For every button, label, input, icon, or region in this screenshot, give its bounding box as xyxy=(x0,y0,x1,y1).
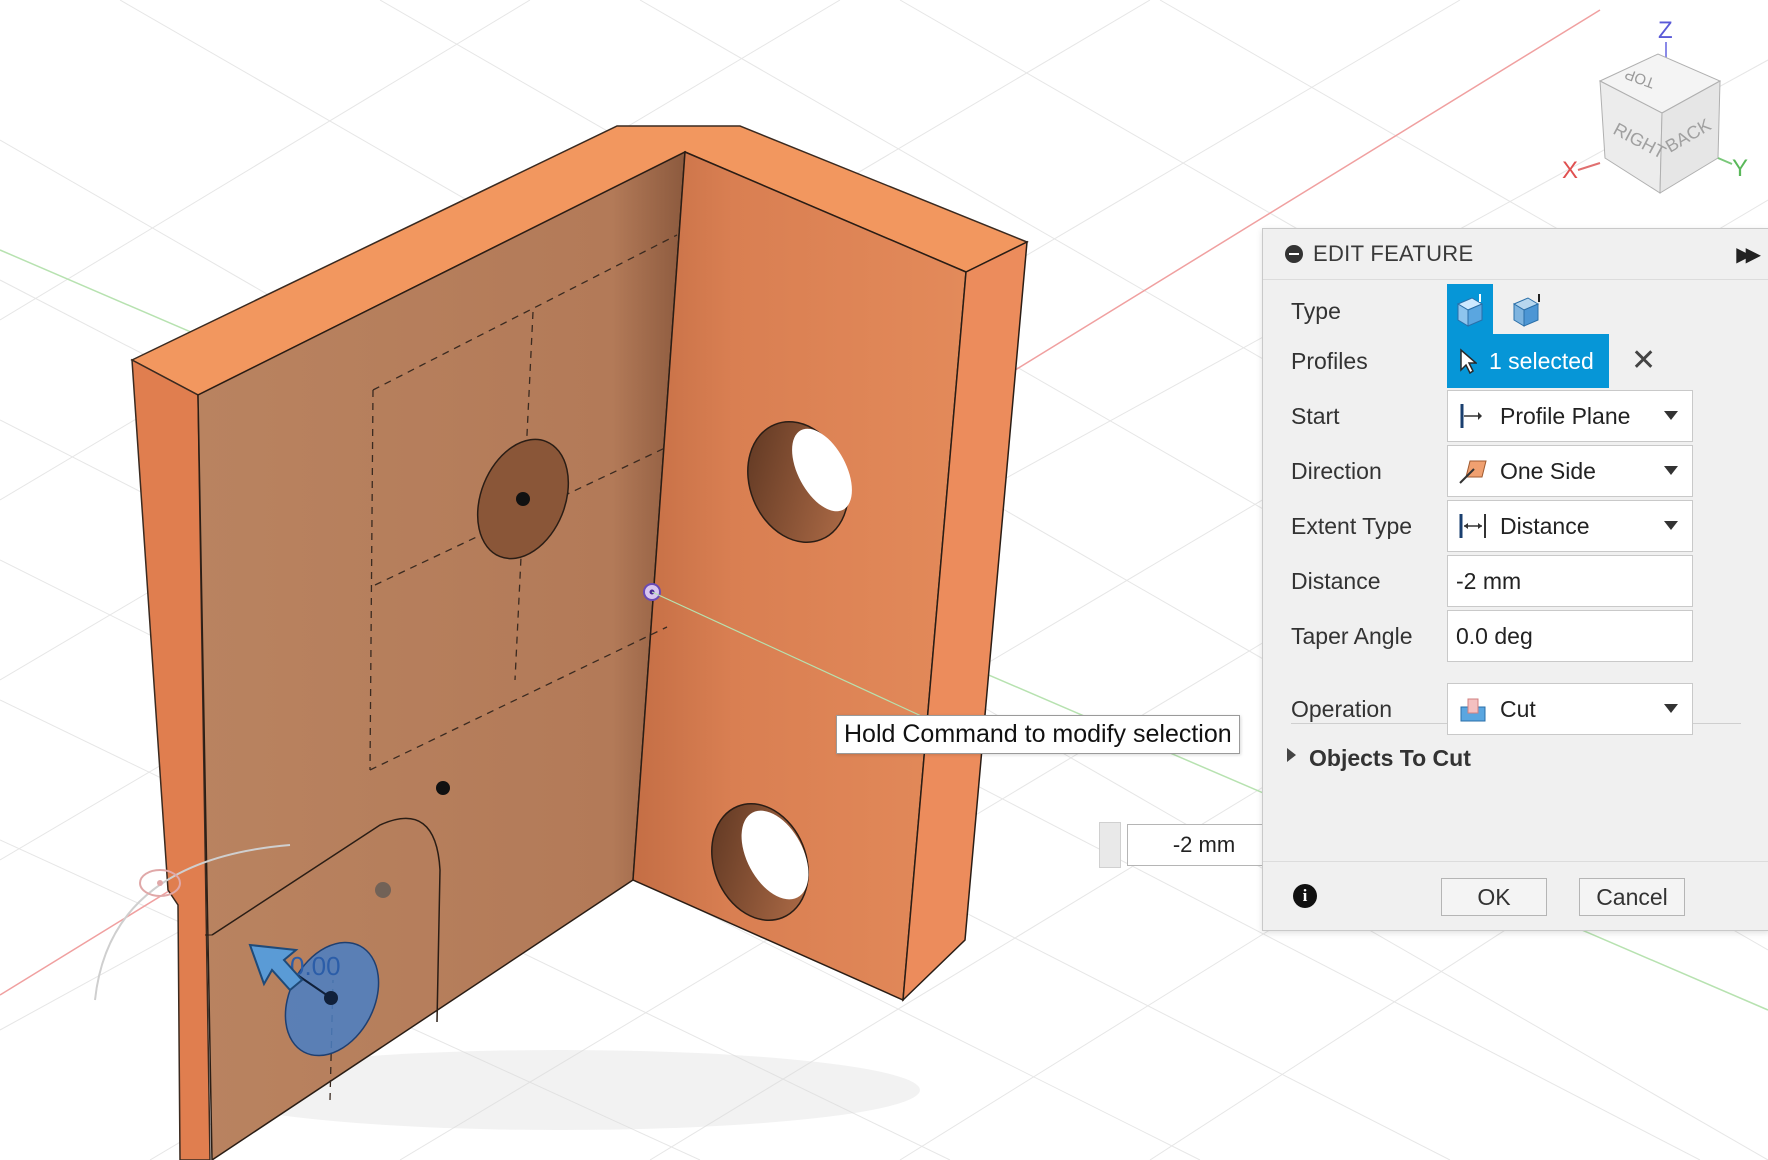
info-icon[interactable]: i xyxy=(1293,884,1317,908)
selection-tooltip: Hold Command to modify selection xyxy=(836,715,1240,754)
axis-z-label: Z xyxy=(1658,18,1673,44)
sketch-point-faded xyxy=(375,882,391,898)
direction-label: Direction xyxy=(1291,457,1382,484)
profiles-label: Profiles xyxy=(1291,347,1368,374)
view-cube[interactable]: Z TOP RIGHT BACK X Y xyxy=(1560,18,1768,198)
axis-y-label: Y xyxy=(1732,155,1748,182)
clear-selection-icon[interactable]: ✕ xyxy=(1631,343,1656,378)
extent-type-label: Extent Type xyxy=(1291,512,1413,539)
chevron-down-icon xyxy=(1664,466,1678,475)
row-taper-angle: Taper Angle xyxy=(1263,608,1768,664)
cancel-button[interactable]: Cancel xyxy=(1579,878,1685,916)
panel-footer: i OK Cancel xyxy=(1263,861,1768,930)
sketch-center-point[interactable] xyxy=(516,492,530,506)
profile-plane-icon xyxy=(1460,404,1482,428)
chevron-down-icon xyxy=(1664,704,1678,713)
taper-angle-input[interactable] xyxy=(1447,610,1693,662)
direction-value: One Side xyxy=(1500,457,1596,484)
distance-icon xyxy=(1459,514,1486,538)
objects-to-cut-section[interactable]: Objects To Cut xyxy=(1263,736,1768,780)
direction-dropdown[interactable]: One Side xyxy=(1447,445,1693,497)
sketch-point[interactable] xyxy=(436,781,450,795)
start-label: Start xyxy=(1291,402,1340,429)
manipulator-distance-input[interactable] xyxy=(1127,824,1281,866)
one-side-icon xyxy=(1459,460,1487,484)
objects-to-cut-label: Objects To Cut xyxy=(1309,744,1471,771)
row-distance: Distance xyxy=(1263,553,1768,609)
start-dropdown[interactable]: Profile Plane xyxy=(1447,390,1693,442)
extent-type-value: Distance xyxy=(1500,512,1590,539)
drag-grip[interactable] xyxy=(1099,822,1121,868)
chevron-right-icon xyxy=(1287,748,1296,762)
row-profiles-main: Profiles 1 selected ✕ xyxy=(1263,333,1768,389)
panel-title: EDIT FEATURE xyxy=(1313,241,1474,266)
bracket-left-edge xyxy=(131,358,211,1160)
collapse-icon[interactable] xyxy=(1285,245,1303,263)
edit-feature-panel: EDIT FEATURE ▶▶ Type Profiles 1 selected… xyxy=(1262,228,1768,931)
distance-input[interactable] xyxy=(1447,555,1693,607)
operation-dropdown[interactable]: Cut xyxy=(1447,683,1693,735)
taper-angle-label: Taper Angle xyxy=(1291,622,1413,649)
operation-value: Cut xyxy=(1500,695,1536,722)
ok-button[interactable]: OK xyxy=(1441,878,1547,916)
cut-icon xyxy=(1460,698,1486,722)
row-operation: Operation Cut xyxy=(1263,681,1768,737)
expand-panel-icon[interactable]: ▶▶ xyxy=(1736,242,1761,267)
row-extent-type: Extent Type Distance xyxy=(1263,498,1768,554)
start-value: Profile Plane xyxy=(1500,402,1631,429)
row-start: Start Profile Plane xyxy=(1263,388,1768,444)
panel-header: EDIT FEATURE ▶▶ xyxy=(1263,229,1768,280)
chevron-down-icon xyxy=(1664,411,1678,420)
row-direction: Direction One Side xyxy=(1263,443,1768,499)
profiles-selection-button[interactable]: 1 selected xyxy=(1447,334,1609,388)
cursor-arrow-icon xyxy=(1460,348,1477,374)
extent-type-dropdown[interactable]: Distance xyxy=(1447,500,1693,552)
distance-label: Distance xyxy=(1291,567,1381,594)
operation-label: Operation xyxy=(1291,695,1393,722)
axis-x-label: X xyxy=(1562,157,1578,184)
chevron-down-icon xyxy=(1664,521,1678,530)
profiles-value: 1 selected xyxy=(1489,347,1594,374)
